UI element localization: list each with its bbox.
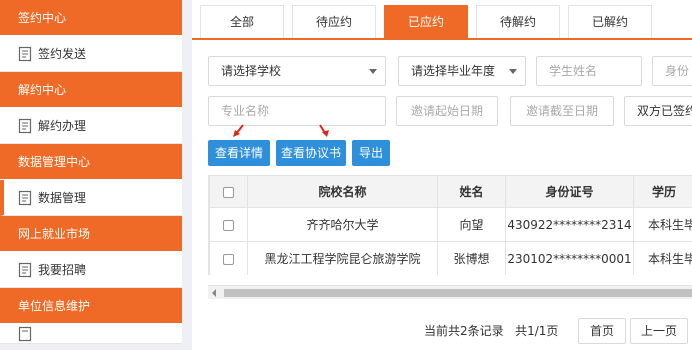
sidebar: 签约中心 签约发送 解约中心 解约办理 数据管理中心 数据管理 网上就业市场 我… <box>0 0 182 350</box>
scrollbar-thumb[interactable] <box>224 289 692 297</box>
sidebar-item-label: 解约办理 <box>38 118 87 133</box>
school-select[interactable]: 请选择学校 <box>208 56 386 86</box>
tab-all[interactable]: 全部 <box>200 5 284 38</box>
major-input[interactable]: 专业名称 <box>208 96 386 126</box>
select-all-cell[interactable] <box>209 175 248 208</box>
arrow-annotation-icon <box>233 124 244 137</box>
first-page-button[interactable]: 首页 <box>578 318 626 344</box>
sidebar-section-data-center[interactable]: 数据管理中心 <box>0 144 182 180</box>
export-button[interactable]: 导出 <box>352 140 390 166</box>
scroll-left-icon[interactable] <box>212 289 216 297</box>
chevron-down-icon <box>509 69 517 74</box>
horizontal-scrollbar[interactable] <box>208 285 692 299</box>
sidebar-item-recruit[interactable]: 我要招聘 <box>0 252 182 288</box>
col-header-id: 身份证号 <box>505 175 634 208</box>
cell-id: 230102********0001 <box>505 241 634 275</box>
app-root: 签约中心 签约发送 解约中心 解约办理 数据管理中心 数据管理 网上就业市场 我… <box>0 0 692 350</box>
document-icon <box>18 262 32 277</box>
status-select[interactable]: 双方已签约 <box>624 96 692 126</box>
records-table: 院校名称 姓名 身份证号 学历 齐齐哈尔大学 向望 430922********… <box>208 175 692 275</box>
sidebar-section-cancel-center[interactable]: 解约中心 <box>0 72 182 108</box>
col-header-school: 院校名称 <box>247 175 438 208</box>
document-icon <box>18 190 32 205</box>
start-date-input[interactable]: 邀请起始日期 <box>396 96 498 126</box>
sidebar-section-sign-center[interactable]: 签约中心 <box>0 0 182 36</box>
cell-school: 齐齐哈尔大学 <box>247 207 438 242</box>
arrow-annotation-icon <box>319 124 329 137</box>
sidebar-section-company-info[interactable]: 单位信息维护 <box>0 288 182 324</box>
table-row[interactable]: 齐齐哈尔大学 向望 430922********2314 本科生毕业 <box>209 207 692 242</box>
row-select-cell[interactable] <box>209 241 248 275</box>
select-all-checkbox[interactable] <box>223 186 234 198</box>
view-detail-button[interactable]: 查看详情 <box>208 140 270 166</box>
cell-school: 黑龙江工程学院昆仑旅游学院 <box>247 241 438 275</box>
sidebar-item-data-manage[interactable]: 数据管理 <box>0 180 182 216</box>
document-icon <box>18 118 32 133</box>
sidebar-item-sign-send[interactable]: 签约发送 <box>0 36 182 72</box>
table-header-row: 院校名称 姓名 身份证号 学历 <box>209 175 692 208</box>
cell-education: 本科生毕业 <box>633 241 692 275</box>
cell-name: 向望 <box>437 207 506 242</box>
tab-accepted[interactable]: 已应约 <box>384 5 468 38</box>
prev-page-button[interactable]: 上一页 <box>630 318 688 344</box>
row-checkbox[interactable] <box>223 219 234 231</box>
col-header-name: 姓名 <box>437 175 506 208</box>
tab-pending-cancel[interactable]: 待解约 <box>476 5 560 38</box>
sidebar-item-partial[interactable] <box>0 324 182 344</box>
cell-id: 430922********2314 <box>505 207 634 242</box>
sidebar-item-label: 我要招聘 <box>38 262 87 277</box>
col-header-education: 学历 <box>633 175 692 208</box>
document-icon <box>18 326 32 341</box>
year-select-value: 请选择毕业年度 <box>411 64 496 78</box>
document-icon <box>18 46 32 61</box>
table-row[interactable]: 黑龙江工程学院昆仑旅游学院 张博想 230102********0001 本科生… <box>209 241 692 275</box>
tab-bar: 全部 待应约 已应约 待解约 已解约 <box>192 0 692 40</box>
cell-education: 本科生毕业 <box>633 207 692 242</box>
student-name-input[interactable]: 学生姓名 <box>536 56 642 86</box>
school-select-value: 请选择学校 <box>221 64 282 78</box>
year-select[interactable]: 请选择毕业年度 <box>398 56 526 86</box>
chevron-down-icon <box>369 69 377 74</box>
view-agreement-button[interactable]: 查看协议书 <box>276 140 346 166</box>
tab-cancelled[interactable]: 已解约 <box>568 5 652 38</box>
row-select-cell[interactable] <box>209 207 248 242</box>
sidebar-item-label: 签约发送 <box>38 46 87 61</box>
main-panel: 全部 待应约 已应约 待解约 已解约 请选择学校 请选择毕业年度 学生姓名 身份… <box>192 0 692 350</box>
row-checkbox[interactable] <box>223 253 234 265</box>
end-date-input[interactable]: 邀请截至日期 <box>510 96 614 126</box>
id-number-input[interactable]: 身份 <box>652 56 692 86</box>
pager-summary: 当前共2条记录 共1/1页 <box>424 324 559 338</box>
sidebar-section-job-market[interactable]: 网上就业市场 <box>0 216 182 252</box>
sidebar-item-cancel-handle[interactable]: 解约办理 <box>0 108 182 144</box>
cell-name: 张博想 <box>437 241 506 275</box>
tab-pending-accept[interactable]: 待应约 <box>292 5 376 38</box>
sidebar-item-label: 数据管理 <box>38 190 87 205</box>
